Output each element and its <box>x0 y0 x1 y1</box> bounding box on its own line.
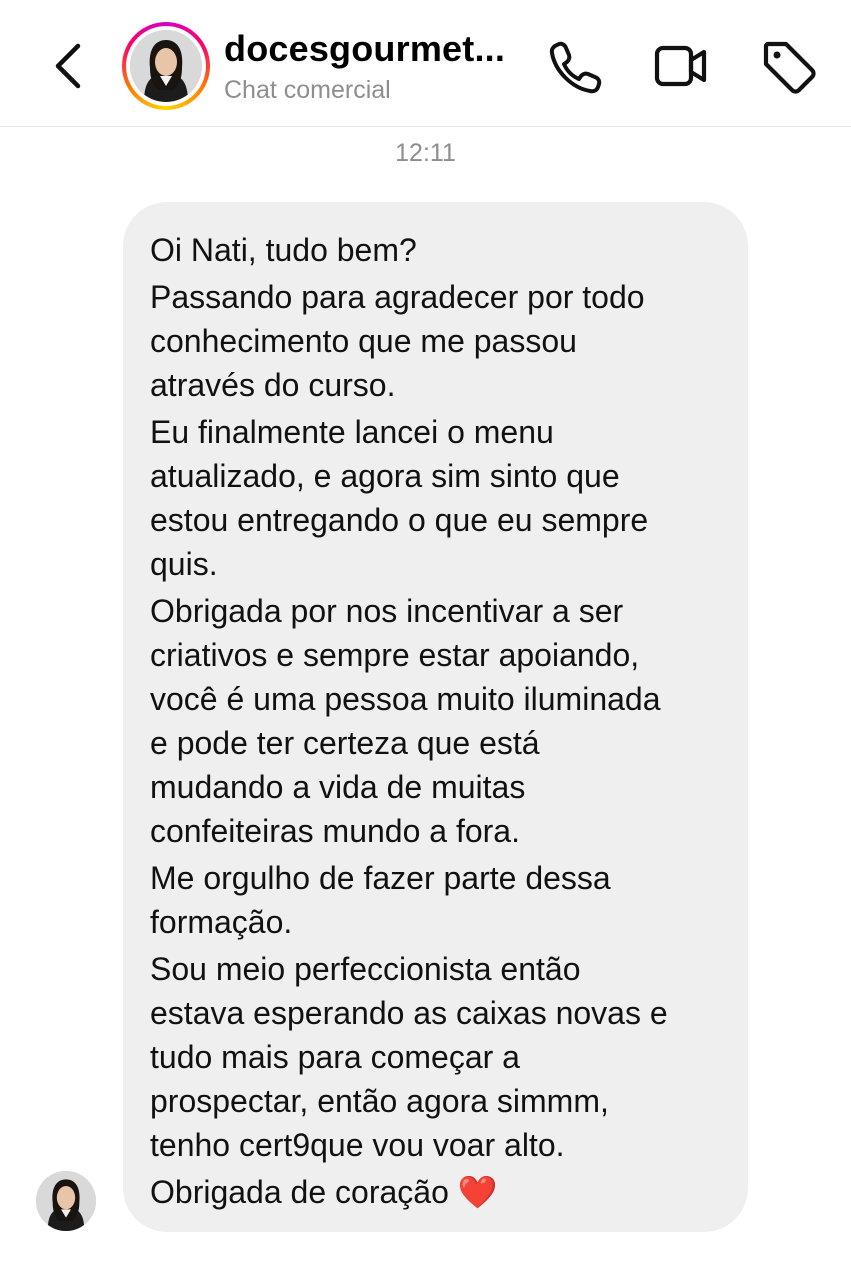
message-line: Sou meio perfeccionista então <box>150 951 581 987</box>
message-line: criativos e sempre estar apoiando, <box>150 637 640 673</box>
avatar-ring-gap <box>126 26 206 106</box>
chevron-left-icon[interactable] <box>48 38 92 94</box>
message-bubble[interactable]: Oi Nati, tudo bem? Passando para agradece… <box>123 202 748 1232</box>
video-camera-icon[interactable] <box>650 36 710 96</box>
heart-emoji: ❤️ <box>457 1174 498 1210</box>
phone-icon[interactable] <box>544 36 604 96</box>
message-line: confeiteiras mundo a fora. <box>150 813 520 849</box>
message-line: estou entregando o que eu sempre <box>150 502 649 538</box>
message-line: você é uma pessoa muito iluminada <box>150 681 661 717</box>
message-line: Obrigada por nos incentivar a ser <box>150 593 624 629</box>
message-line: conhecimento que me passou <box>150 323 577 359</box>
message-line: mudando a vida de muitas <box>150 769 526 805</box>
chat-header: docesgourmet... Chat comercial <box>0 0 851 127</box>
message-line: estava esperando as caixas novas e <box>150 995 668 1031</box>
message-paragraph: Eu finalmente lancei o menu atualizado, e… <box>150 410 724 586</box>
message-line: através do curso. <box>150 367 396 403</box>
message-line: prospectar, então agora simmm, <box>150 1083 609 1119</box>
tag-icon[interactable] <box>758 36 818 96</box>
message-line: Passando para agradecer por todo <box>150 279 645 315</box>
message-paragraph: Obrigada por nos incentivar a ser criativ… <box>150 589 724 853</box>
chat-subtitle: Chat comercial <box>224 76 391 104</box>
message-timestamp: 12:11 <box>395 139 456 167</box>
message-line: e pode ter certeza que está <box>150 725 540 761</box>
message-line: tudo mais para começar a <box>150 1039 520 1075</box>
profile-avatar[interactable] <box>122 22 210 110</box>
message-paragraph: Passando para agradecer por todo conhecim… <box>150 275 724 407</box>
message-paragraph: Oi Nati, tudo bem? <box>150 228 724 272</box>
message-line: quis. <box>150 546 218 582</box>
message-paragraph: Sou meio perfeccionista então estava espe… <box>150 947 724 1167</box>
sender-avatar[interactable] <box>36 1171 96 1231</box>
message-paragraph: Obrigada de coração ❤️ <box>150 1170 724 1214</box>
message-line: Me orgulho de fazer parte dessa <box>150 860 611 896</box>
message-line: Oi Nati, tudo bem? <box>150 232 417 268</box>
message-line: formação. <box>150 904 293 940</box>
message-line: tenho cert9que vou voar alto. <box>150 1127 565 1163</box>
message-line: atualizado, e agora sim sinto que <box>150 458 620 494</box>
avatar-photo <box>130 30 202 102</box>
chat-title[interactable]: docesgourmet... <box>224 28 505 70</box>
message-line: Eu finalmente lancei o menu <box>150 414 554 450</box>
message-line: Obrigada de coração ❤️ <box>150 1174 498 1210</box>
message-paragraph: Me orgulho de fazer parte dessa formação. <box>150 856 724 944</box>
